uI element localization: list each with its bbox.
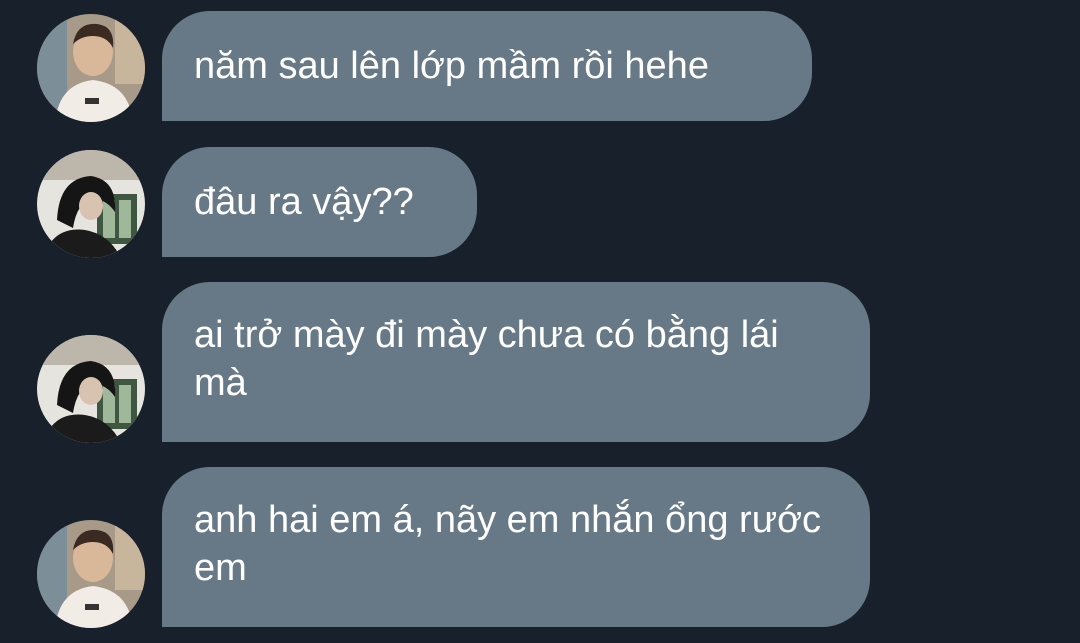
avatar[interactable] xyxy=(37,14,145,122)
avatar-dark-hair-icon xyxy=(37,150,145,258)
message-text: đâu ra vậy?? xyxy=(194,181,414,223)
message-bubble[interactable]: ai trở mày đi mày chưa có bằng lái mà xyxy=(162,282,870,442)
message-bubble[interactable]: năm sau lên lớp mầm rồi hehe xyxy=(162,11,812,121)
avatar-boy-white-shirt-icon xyxy=(37,14,145,122)
avatar-dark-hair-icon xyxy=(37,335,145,443)
message-bubble[interactable]: đâu ra vậy?? xyxy=(162,147,477,257)
avatar[interactable] xyxy=(37,335,145,443)
chat-thread: năm sau lên lớp mầm rồi hehe đâu ra vậy?… xyxy=(0,0,1080,643)
message-bubble[interactable]: anh hai em á, nãy em nhắn ổng rước em xyxy=(162,467,870,627)
message-text: anh hai em á, nãy em nhắn ổng rước em xyxy=(194,499,822,589)
message-text: ai trở mày đi mày chưa có bằng lái mà xyxy=(194,314,779,404)
avatar[interactable] xyxy=(37,520,145,628)
avatar-boy-white-shirt-icon xyxy=(37,520,145,628)
avatar[interactable] xyxy=(37,150,145,258)
message-text: năm sau lên lớp mầm rồi hehe xyxy=(194,45,709,87)
